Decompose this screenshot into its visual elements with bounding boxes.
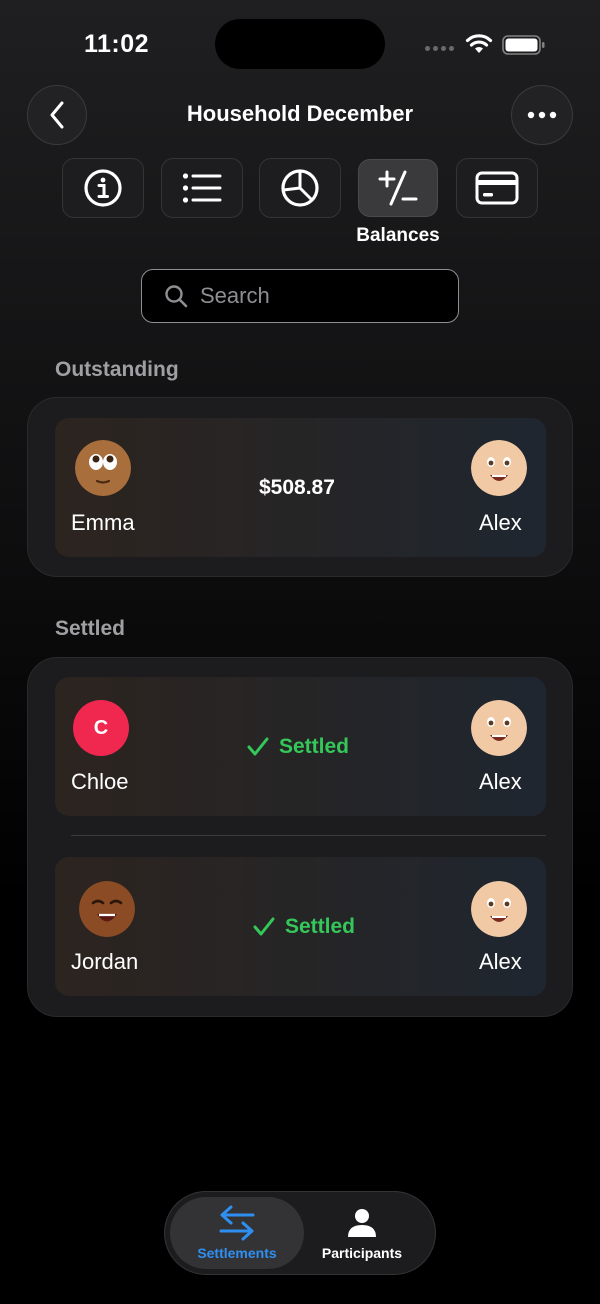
status-time: 11:02 bbox=[84, 30, 150, 58]
active-tab-label: Balances bbox=[356, 225, 440, 246]
participants-label: Participants bbox=[321, 1245, 403, 1261]
settlements-label: Settlements bbox=[197, 1245, 277, 1261]
checkmark-icon bbox=[253, 917, 275, 936]
settled-status: Settled bbox=[247, 735, 349, 759]
credit-card-icon bbox=[475, 171, 519, 205]
balance-row-jordan-alex[interactable]: Jordan Settled Alex bbox=[55, 857, 546, 996]
checkmark-icon bbox=[247, 737, 269, 756]
list-icon bbox=[182, 173, 222, 203]
row-divider bbox=[71, 835, 546, 836]
tab-participants[interactable]: Participants bbox=[306, 1197, 430, 1269]
emma-avatar bbox=[75, 440, 131, 496]
cellular-signal-icon bbox=[425, 46, 454, 51]
arrows-swap-icon bbox=[219, 1205, 255, 1241]
jordan-avatar bbox=[79, 881, 135, 937]
receiver-name: Alex bbox=[479, 949, 522, 974]
battery-icon bbox=[502, 35, 545, 55]
payer-name: Emma bbox=[71, 510, 135, 535]
search-input[interactable] bbox=[200, 283, 440, 309]
tab-payments[interactable] bbox=[456, 158, 538, 218]
chloe-avatar: C bbox=[73, 700, 129, 756]
info-icon bbox=[84, 169, 122, 207]
tab-stats[interactable] bbox=[259, 158, 341, 218]
search-icon bbox=[165, 285, 188, 308]
payer-name: Chloe bbox=[71, 769, 129, 794]
person-icon bbox=[348, 1209, 376, 1237]
alex-avatar bbox=[471, 700, 527, 756]
page-title: Household December bbox=[186, 101, 414, 126]
wifi-icon bbox=[465, 34, 493, 53]
payer-name: Jordan bbox=[71, 949, 139, 974]
alex-avatar bbox=[471, 440, 527, 496]
plus-minus-icon bbox=[378, 170, 418, 206]
tab-expenses-list[interactable] bbox=[161, 158, 243, 218]
tab-balances[interactable] bbox=[358, 159, 438, 217]
outstanding-section-title: Outstanding bbox=[55, 358, 179, 381]
balance-amount: $508.87 bbox=[259, 476, 335, 499]
dynamic-island bbox=[215, 19, 385, 69]
alex-avatar bbox=[471, 881, 527, 937]
settled-label: Settled bbox=[285, 915, 356, 938]
search-bar[interactable] bbox=[141, 269, 459, 323]
balance-row-chloe-alex[interactable]: C Chloe Settled Alex bbox=[55, 677, 546, 816]
receiver-name: Alex bbox=[479, 510, 522, 535]
settled-status: Settled bbox=[253, 915, 355, 939]
settled-label: Settled bbox=[279, 735, 350, 758]
balance-row-emma-alex[interactable]: Emma $508.87 Alex bbox=[55, 418, 546, 557]
ellipsis-icon bbox=[527, 111, 557, 119]
chloe-initial: C bbox=[93, 716, 109, 739]
pie-chart-icon bbox=[281, 169, 319, 207]
receiver-name: Alex bbox=[479, 769, 522, 794]
settled-section-title: Settled bbox=[55, 617, 126, 640]
tab-info[interactable] bbox=[62, 158, 144, 218]
tab-settlements[interactable]: Settlements bbox=[170, 1197, 304, 1269]
more-options-button[interactable] bbox=[511, 85, 573, 145]
